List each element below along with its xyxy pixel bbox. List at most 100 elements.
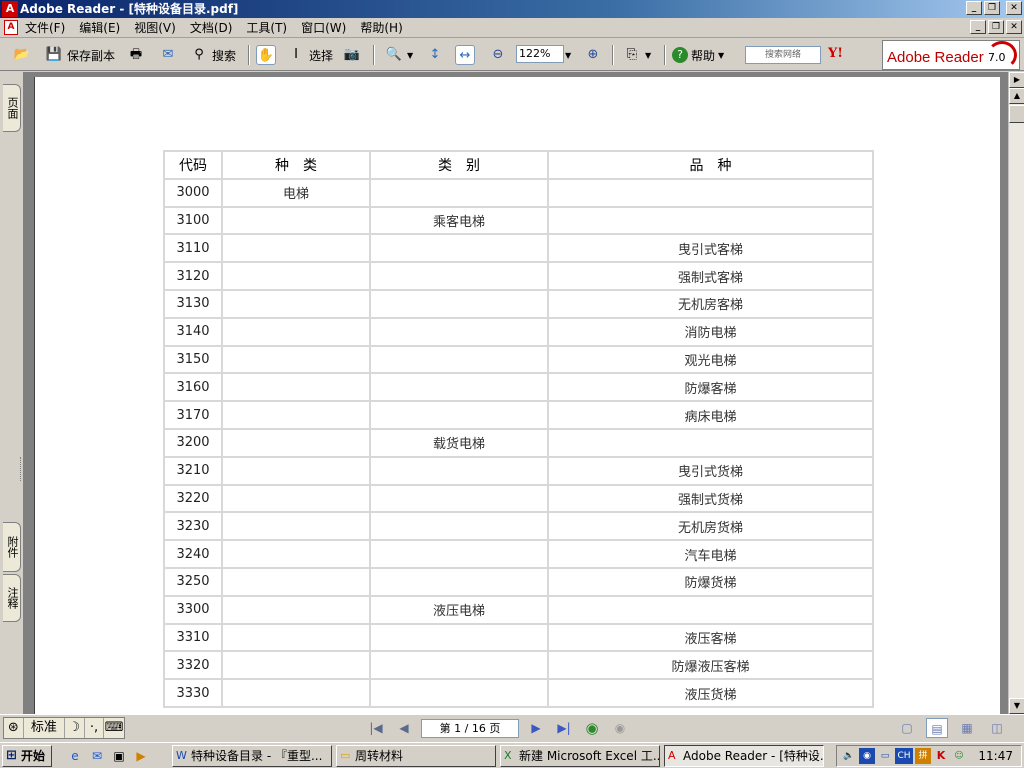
zoom-level-input[interactable]: 122%: [516, 45, 564, 63]
menu-tools[interactable]: 工具(T): [246, 18, 293, 38]
adobe-reader-app-icon[interactable]: A: [2, 1, 18, 17]
doc-minimize-button[interactable]: _: [970, 20, 986, 34]
start-button[interactable]: 开始: [2, 745, 52, 767]
menu-document[interactable]: 文档(D): [190, 18, 239, 38]
close-button[interactable]: ✕: [1006, 1, 1022, 15]
page-number-input[interactable]: 第 1 / 16 页: [421, 718, 519, 738]
title-bar[interactable]: A Adobe Reader - [特种设备目录.pdf] _ ❐ ✕: [0, 0, 1024, 18]
task-label: Adobe Reader - [特种设...: [683, 749, 824, 763]
panel-resize-grip[interactable]: [20, 457, 23, 481]
zoom-dropdown[interactable]: ▼: [565, 43, 571, 67]
open-button[interactable]: 📂: [12, 43, 32, 67]
yahoo-search-button[interactable]: Y!: [828, 46, 843, 61]
ime-mode-label[interactable]: 标准: [24, 718, 65, 738]
doc-restore-button[interactable]: ❐: [988, 20, 1004, 34]
email-button[interactable]: ✉: [158, 43, 178, 67]
cell-category: 载货电梯: [369, 427, 549, 458]
outlook-icon[interactable]: ✉: [88, 747, 106, 765]
window-controls: _ ❐ ✕: [966, 1, 1022, 17]
cell-type: [221, 566, 371, 597]
doc-close-button[interactable]: ✕: [1006, 20, 1022, 34]
vertical-scrollbar[interactable]: ▶ ▲ ▼: [1008, 72, 1024, 714]
header-type: 种 类: [221, 150, 371, 180]
continuous-page-icon[interactable]: ▤: [926, 718, 948, 738]
table-row: 3210 曳引式货梯: [163, 455, 874, 486]
ime-tray-icon[interactable]: 拼: [915, 748, 931, 764]
scroll-up-button[interactable]: ▲: [1009, 88, 1024, 104]
media-player-icon[interactable]: ▶: [132, 747, 150, 765]
single-page-icon[interactable]: ▢: [896, 718, 918, 738]
facing-page-icon[interactable]: ◫: [986, 718, 1008, 738]
internet-explorer-icon[interactable]: e: [66, 747, 84, 765]
user-icon[interactable]: ☺: [951, 748, 967, 764]
select-tool-button[interactable]: I 选择: [286, 43, 333, 67]
table-row: 3330 液压货梯: [163, 678, 874, 708]
task-word-document[interactable]: W 特种设备目录 - 『重型...: [172, 745, 332, 767]
system-tray: 🔈 ◉ ▭ CH 拼 K ☺ 11:47: [836, 745, 1022, 767]
table-row: 3300 液压电梯: [163, 594, 874, 625]
table-row: 3310 液压客梯: [163, 622, 874, 653]
save-copy-button[interactable]: 💾 保存副本: [44, 43, 115, 67]
cell-code: 3230: [163, 511, 223, 542]
help-button[interactable]: ? 帮助 ▼: [672, 43, 724, 67]
task-folder[interactable]: ▭ 周转材料: [336, 745, 496, 767]
cell-variety: [547, 205, 874, 236]
fit-page-button[interactable]: ↕: [425, 43, 445, 67]
zoom-in-icon: 🔍: [385, 47, 403, 62]
zoom-out-button[interactable]: ⊖: [488, 43, 508, 67]
show-desktop-icon[interactable]: ▣: [110, 747, 128, 765]
language-indicator[interactable]: CH: [895, 748, 913, 764]
cell-type: [221, 400, 371, 430]
network-icon[interactable]: ◉: [859, 748, 875, 764]
soft-keyboard-icon[interactable]: ⌨: [104, 718, 124, 738]
fit-width-button[interactable]: ↔: [455, 43, 475, 67]
task-adobe-reader[interactable]: A Adobe Reader - [特种设...: [664, 745, 824, 767]
scroll-page-up-button[interactable]: ▶: [1009, 72, 1024, 88]
document-view[interactable]: 代码 种 类 类 别 品 种 3000 电梯 3100 乘客电梯 3110 曳引式客梯 31…: [24, 72, 1008, 714]
toolbar: 📂 💾 保存副本 🖶 ✉ ⚲ 搜索 ✋ I 选择 📷 🔍 ▼ ↕ ↔ ⊖ 122%…: [0, 39, 1024, 71]
zoom-tool-button[interactable]: 🔍 ▼: [384, 43, 413, 67]
snapshot-button[interactable]: 📷: [342, 43, 362, 67]
cell-type: [221, 483, 371, 514]
search-button[interactable]: ⚲ 搜索: [189, 43, 236, 67]
first-page-icon[interactable]: |◀: [365, 718, 387, 738]
print-button[interactable]: 🖶: [126, 43, 146, 67]
volume-icon[interactable]: 🔈: [841, 748, 857, 764]
cell-code: 3220: [163, 483, 223, 514]
nav-tab-comments[interactable]: 注释: [3, 574, 21, 622]
table-row: 3130 无机房客梯: [163, 288, 874, 319]
scrollbar-thumb[interactable]: [1009, 105, 1024, 123]
display-icon[interactable]: ▭: [877, 748, 893, 764]
last-page-icon[interactable]: ▶|: [553, 718, 575, 738]
scroll-down-button[interactable]: ▼: [1009, 698, 1024, 714]
menu-help[interactable]: 帮助(H): [360, 18, 408, 38]
ime-logo-icon[interactable]: ⊛: [4, 718, 24, 738]
table-row: 3100 乘客电梯: [163, 205, 874, 236]
save-copy-label: 保存副本: [67, 48, 116, 63]
task-excel[interactable]: X 新建 Microsoft Excel 工...: [500, 745, 660, 767]
punctuation-icon[interactable]: ·,: [85, 718, 105, 738]
menu-view[interactable]: 视图(V): [134, 18, 182, 38]
half-width-moon-icon[interactable]: ☽: [65, 718, 85, 738]
menu-file[interactable]: 文件(F): [25, 18, 71, 38]
rotate-view-button[interactable]: ⎘ ▼: [622, 43, 651, 67]
nav-tab-pages[interactable]: 页面: [3, 84, 21, 132]
nav-tab-attachments[interactable]: 附件: [3, 522, 21, 572]
menu-window[interactable]: 窗口(W): [301, 18, 352, 38]
previous-page-icon[interactable]: ◀: [393, 718, 415, 738]
next-page-icon[interactable]: ▶: [525, 718, 547, 738]
document-icon[interactable]: A: [4, 20, 18, 35]
cell-code: 3210: [163, 455, 223, 486]
menu-edit[interactable]: 编辑(E): [79, 18, 126, 38]
search-web-input[interactable]: 搜索网络: [745, 46, 821, 64]
continuous-facing-icon[interactable]: ▦: [956, 718, 978, 738]
antivirus-icon[interactable]: K: [933, 748, 949, 764]
minimize-button[interactable]: _: [966, 1, 982, 15]
page-layout-buttons: ▢ ▤ ▦ ◫: [896, 718, 1008, 738]
hand-tool-button[interactable]: ✋: [256, 43, 276, 67]
go-forward-icon[interactable]: ◉: [609, 718, 631, 738]
go-back-icon[interactable]: ◉: [581, 718, 603, 738]
toolbar-separator: [248, 45, 250, 65]
restore-button[interactable]: ❐: [984, 1, 1000, 15]
zoom-in-button[interactable]: ⊕: [583, 43, 603, 67]
